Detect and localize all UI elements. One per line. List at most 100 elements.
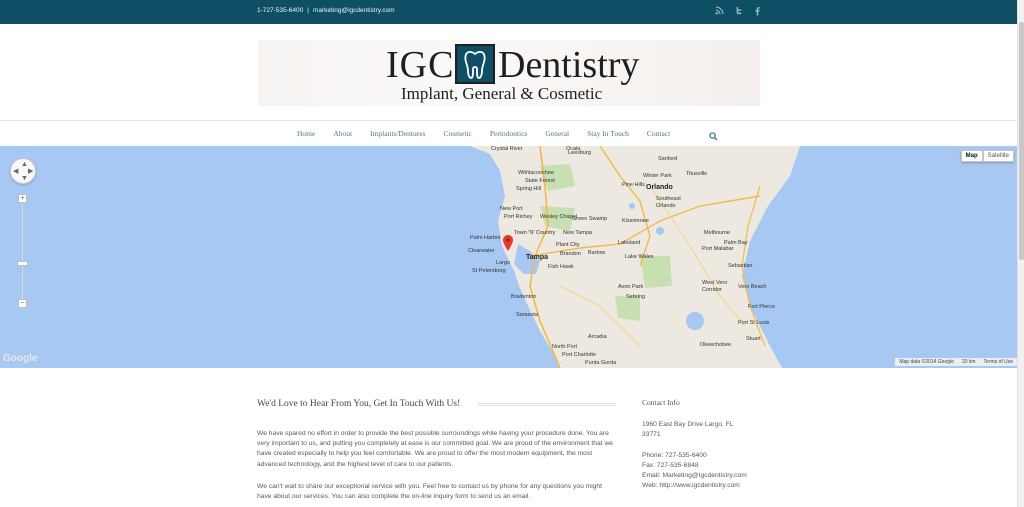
pan-down-icon[interactable]: ▼ bbox=[21, 175, 28, 182]
map-label: Withlacoochee bbox=[518, 170, 555, 176]
location-pin-icon[interactable] bbox=[503, 235, 513, 256]
logo-tagline: Implant, General & Cosmetic bbox=[401, 84, 603, 103]
map-label: Sarasota bbox=[516, 312, 539, 318]
map-label: Leesburg bbox=[568, 150, 591, 156]
google-logo[interactable]: Google bbox=[3, 353, 37, 364]
nav-stay-in-touch[interactable]: Stay In Touch bbox=[587, 129, 629, 138]
top-contact: 1-727-535-6400 | marketing@igcdentistry.co… bbox=[257, 7, 395, 14]
pan-left-icon[interactable]: ◀ bbox=[13, 168, 18, 175]
top-bar: 1-727-535-6400 | marketing@igcdentistry.co… bbox=[0, 0, 1017, 24]
twitter-icon[interactable] bbox=[733, 6, 743, 16]
map-label: Port Richey bbox=[504, 214, 533, 220]
rss-icon[interactable] bbox=[714, 6, 724, 16]
contact-email[interactable]: Email: Marketing@Igcdentistry.com bbox=[642, 471, 822, 481]
map-label: New Tampa bbox=[563, 230, 592, 236]
map-label: Orlando bbox=[646, 184, 673, 191]
map-label: Punta Gorda bbox=[585, 360, 617, 366]
map-label: West Vero bbox=[702, 280, 728, 286]
section-heading: We'd Love to Hear From You, Get In Touch… bbox=[257, 399, 461, 409]
map-label: Clearwater bbox=[468, 248, 495, 254]
contact-info: Contact Info 1960 East Bay Drive Largo, … bbox=[642, 398, 822, 491]
map-label: Fort Pierce bbox=[748, 304, 775, 310]
nav-general[interactable]: General bbox=[545, 129, 569, 138]
scrollbar-thumb[interactable] bbox=[1019, 22, 1024, 260]
map-label: Arcadia bbox=[588, 334, 607, 340]
contact-address: 1960 East Bay Drive Largo, FL 33771 bbox=[642, 421, 734, 438]
map-label: Brandon bbox=[560, 251, 581, 257]
map-data-credit: Map data ©2014 Google bbox=[899, 359, 954, 365]
social-links bbox=[714, 6, 762, 16]
map-label: Vero Beach bbox=[738, 284, 767, 290]
site-header: IGC Dentistry Implant, General & Cosmeti… bbox=[0, 24, 1017, 121]
logo-brand-right: Dentistry bbox=[498, 44, 640, 86]
map-label: Corridor bbox=[702, 287, 722, 293]
map-label: Pine Hills bbox=[622, 182, 645, 188]
contact-web[interactable]: Web: http://www.igcdentistry.com bbox=[642, 481, 822, 491]
page-scrollbar[interactable] bbox=[1017, 0, 1024, 507]
contact-phone[interactable]: Phone: 727-535-6400 bbox=[642, 451, 822, 461]
map-label: Green Swamp bbox=[572, 216, 608, 222]
site-logo[interactable]: IGC Dentistry Implant, General & Cosmeti… bbox=[258, 40, 760, 106]
nav-periodontics[interactable]: Periodontics bbox=[490, 129, 528, 138]
search-icon[interactable] bbox=[709, 128, 719, 141]
map-label: Port Charlotte bbox=[562, 352, 596, 358]
map-label: Palm Harbor bbox=[470, 235, 501, 241]
nav-home[interactable]: Home bbox=[297, 129, 315, 138]
map-label: Town 'N' Country bbox=[514, 230, 556, 236]
map-type-control: Map Satellite bbox=[960, 150, 1014, 162]
zoom-slider-thumb[interactable] bbox=[17, 261, 28, 266]
map-label: Sebastian bbox=[728, 263, 753, 269]
zoom-out-button[interactable]: − bbox=[18, 299, 27, 308]
map-attribution: Map data ©2014 Google 20 km Terms of Use bbox=[895, 358, 1017, 366]
contact-paragraph: We can't wait to share our exceptional s… bbox=[257, 483, 603, 501]
map-label: Sanford bbox=[658, 156, 678, 162]
zoom-in-button[interactable]: + bbox=[18, 194, 27, 203]
map-label: Avon Park bbox=[618, 284, 644, 290]
map-label: Kissimmee bbox=[622, 218, 649, 224]
map-label: Crystal River bbox=[491, 146, 523, 152]
map-label: Port Malabar bbox=[702, 246, 734, 252]
map-label: Sebring bbox=[626, 294, 645, 300]
map-label: Fish Hawk bbox=[548, 264, 574, 270]
map-label: Okeechobee bbox=[700, 342, 732, 348]
map-label: Port St Lucie bbox=[738, 320, 770, 326]
map-label: Melbourne bbox=[704, 230, 730, 236]
pan-right-icon[interactable]: ▶ bbox=[28, 168, 33, 175]
map-label: Lakeland bbox=[618, 240, 641, 246]
map-label: Orlando bbox=[656, 203, 676, 209]
map-label: Titusville bbox=[686, 171, 708, 177]
map-label: St Petersburg bbox=[472, 268, 506, 274]
top-email[interactable]: marketing@igcdentistry.com bbox=[313, 7, 395, 14]
google-map[interactable]: Crystal River Ocala Leesburg Sanford Wit… bbox=[0, 146, 1017, 368]
top-phone[interactable]: 1-727-535-6400 bbox=[257, 7, 303, 14]
map-label: Tampa bbox=[526, 254, 549, 261]
facebook-icon[interactable] bbox=[752, 6, 762, 16]
map-pan-control[interactable]: ▲ ▼ ◀ ▶ bbox=[10, 158, 36, 184]
map-label: Plant City bbox=[556, 242, 580, 248]
nav-implants-dentures[interactable]: Implants/Dentures bbox=[370, 129, 425, 138]
map-label: Lake Wales bbox=[625, 254, 654, 260]
contact-info-title: Contact Info bbox=[642, 398, 680, 407]
map-label: Winter Park bbox=[643, 173, 672, 179]
nav-contact[interactable]: Contact bbox=[647, 129, 670, 138]
top-separator: | bbox=[307, 7, 309, 14]
intro-paragraph: We have spared no effort in order to pro… bbox=[257, 430, 613, 468]
contact-fax: Fax: 727-535-6848 bbox=[642, 462, 699, 469]
map-label: State Forest bbox=[525, 178, 555, 184]
contact-section: We'd Love to Hear From You, Get In Touch… bbox=[0, 368, 1017, 507]
nav-cosmetic[interactable]: Cosmetic bbox=[444, 129, 472, 138]
map-label: Spring Hill bbox=[516, 186, 542, 192]
nav-about[interactable]: About bbox=[333, 129, 352, 138]
zoom-slider-track[interactable] bbox=[22, 200, 23, 302]
main-nav: Home About Implants/Dentures Cosmetic Pe… bbox=[0, 122, 1017, 146]
pan-up-icon[interactable]: ▲ bbox=[21, 161, 28, 168]
map-type-satellite-button[interactable]: Satellite bbox=[982, 150, 1014, 162]
map-label: Largo bbox=[496, 260, 511, 266]
map-terms-link[interactable]: Terms of Use bbox=[984, 359, 1013, 365]
tooth-icon bbox=[455, 44, 495, 84]
map-type-map-button[interactable]: Map bbox=[960, 150, 983, 162]
map-label: New Port bbox=[500, 206, 523, 212]
map-label: Bradenton bbox=[511, 294, 537, 300]
map-land bbox=[470, 146, 800, 368]
map-label: Bartow bbox=[588, 250, 606, 256]
